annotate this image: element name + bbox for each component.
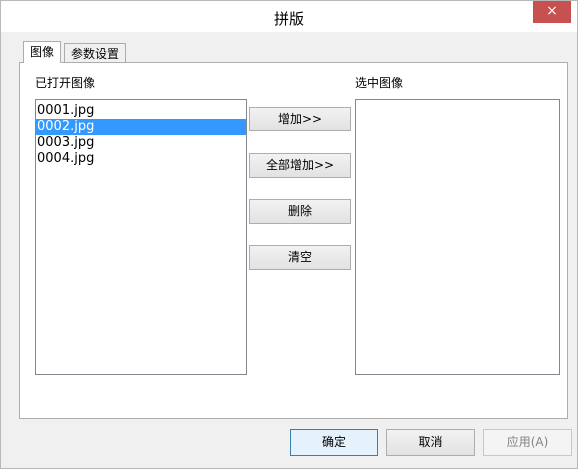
selected-images-label: 选中图像 (355, 76, 404, 90)
ok-button[interactable]: 确定 (290, 429, 378, 456)
list-item-selected[interactable]: 0002.jpg (36, 119, 246, 135)
delete-button[interactable]: 删除 (249, 199, 351, 224)
add-button[interactable]: 增加>> (249, 107, 351, 131)
list-item[interactable]: 0004.jpg (36, 151, 246, 167)
dialog-title: 拼版 (273, 10, 304, 28)
dialog-window: 拼版 × 图像 参数设置 已打开图像 0001.jpg 0002.jpg 000… (0, 0, 578, 469)
selected-images-list[interactable] (355, 99, 560, 375)
list-item[interactable]: 0003.jpg (36, 135, 246, 151)
clear-button[interactable]: 清空 (249, 245, 351, 270)
opened-images-list[interactable]: 0001.jpg 0002.jpg 0003.jpg 0004.jpg (35, 99, 247, 375)
add-all-button[interactable]: 全部增加>> (249, 153, 351, 178)
tab-parameters[interactable]: 参数设置 (64, 43, 127, 63)
tab-panel: 已打开图像 0001.jpg 0002.jpg 0003.jpg 0004.jp… (19, 62, 568, 419)
opened-images-label: 已打开图像 (35, 76, 96, 90)
list-item[interactable]: 0001.jpg (36, 103, 246, 119)
title-bar: 拼版 × (1, 1, 577, 32)
cancel-button[interactable]: 取消 (386, 429, 475, 456)
apply-button[interactable]: 应用(A) (483, 429, 572, 456)
close-icon: × (546, 3, 558, 19)
close-button[interactable]: × (533, 1, 571, 23)
tab-image[interactable]: 图像 (23, 41, 62, 63)
